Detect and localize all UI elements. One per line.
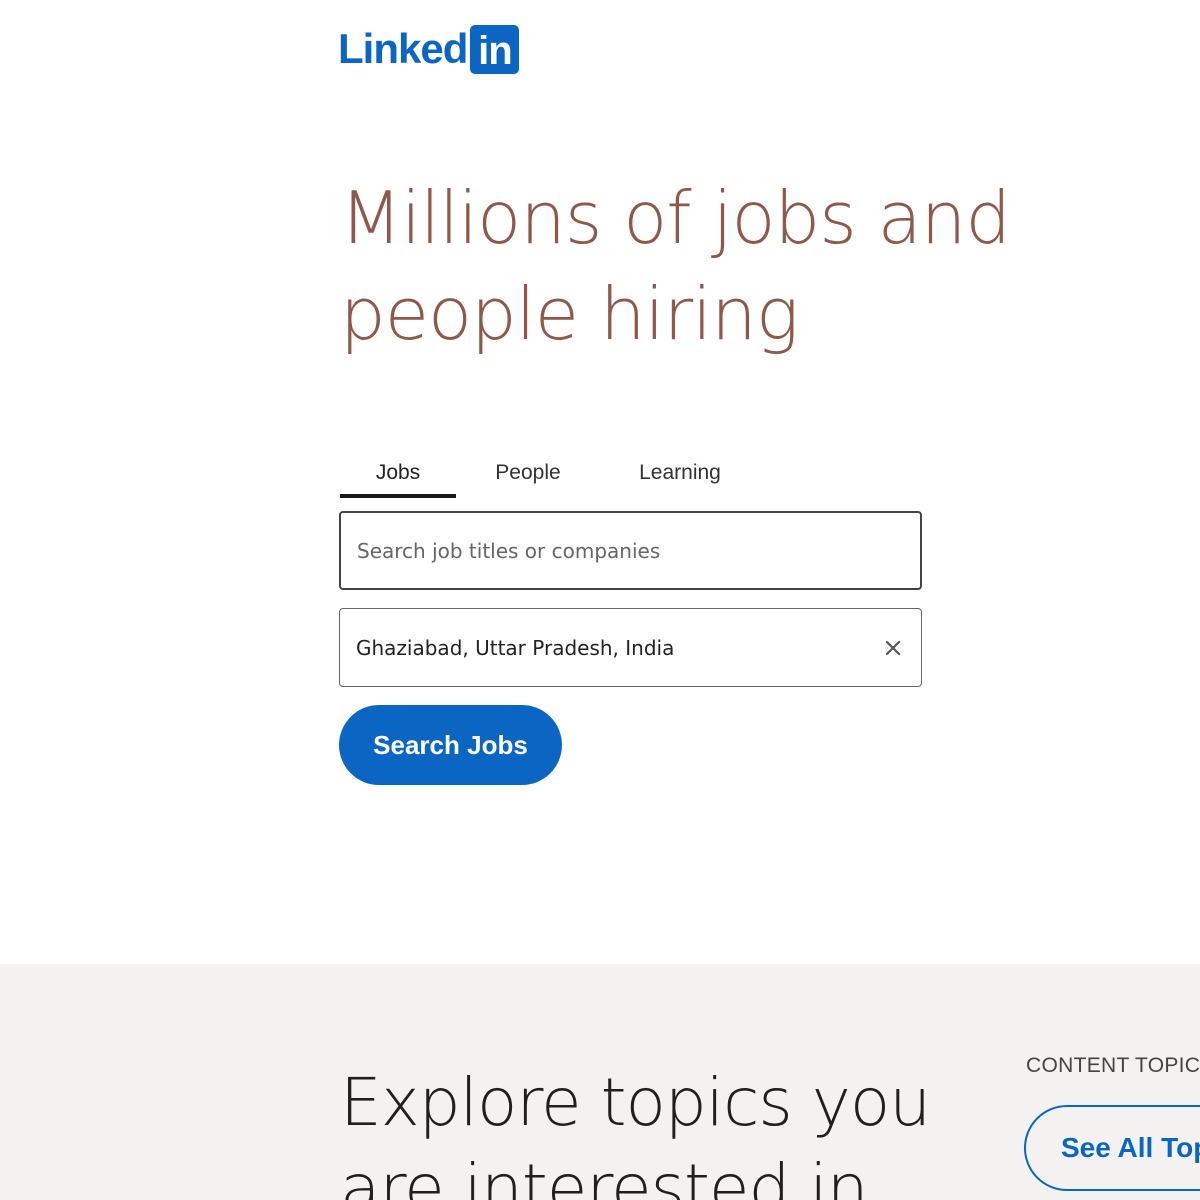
close-icon[interactable] <box>883 638 903 658</box>
keywords-field <box>339 511 922 590</box>
page: Linked in Millions of jobs and people hi… <box>0 0 1200 1200</box>
logo-in-text: in <box>478 29 513 73</box>
tab-people-label: People <box>495 461 561 484</box>
location-input[interactable] <box>356 635 905 660</box>
hero-title: Millions of jobs and people hiring <box>340 176 1011 356</box>
close-icon-glyph <box>885 640 901 655</box>
explore-title: Explore topics you are interested in <box>340 1064 931 1200</box>
explore-topics-section: Explore topics you are interested in CON… <box>0 964 1200 1200</box>
search-jobs-button[interactable]: Search Jobs <box>339 705 562 785</box>
tab-jobs[interactable]: Jobs <box>340 448 456 498</box>
tab-people[interactable]: People <box>456 448 600 498</box>
job-search-input[interactable] <box>357 538 904 563</box>
search-tabs: Jobs People Learning <box>340 448 760 498</box>
logo-wordmark: Linked <box>338 25 468 72</box>
location-field <box>339 608 922 687</box>
tab-learning-label: Learning <box>639 461 721 484</box>
active-tab-indicator <box>340 494 456 498</box>
logo-in-box: in <box>470 24 520 74</box>
tab-jobs-label: Jobs <box>375 461 421 484</box>
content-topics-label: CONTENT TOPICS <box>1026 1054 1200 1077</box>
tab-learning[interactable]: Learning <box>600 448 760 498</box>
linkedin-logo[interactable]: Linked in <box>338 24 520 74</box>
see-all-topics-button[interactable]: See All Topics <box>1024 1105 1200 1191</box>
